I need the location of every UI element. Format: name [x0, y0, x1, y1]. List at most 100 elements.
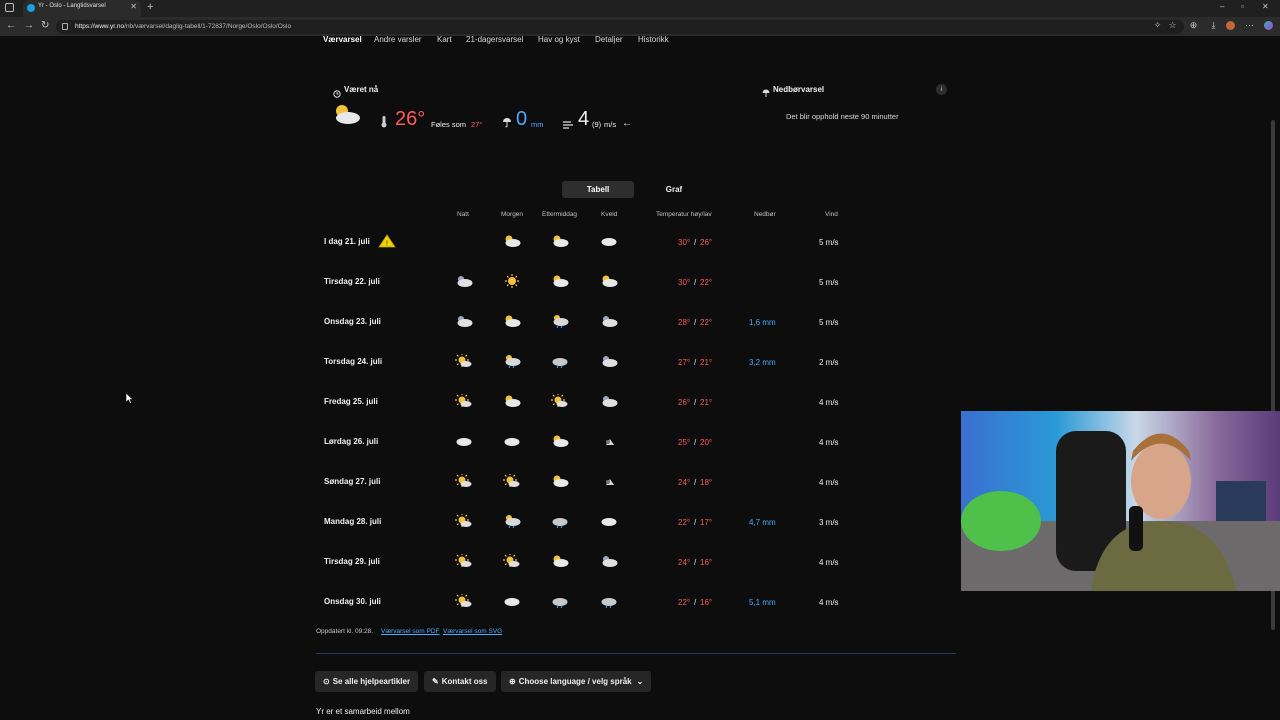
url-path: /nb/værvarsel/daglig-tabell/1-72837/Norg…	[124, 23, 292, 30]
day-label[interactable]: Søndag 27. juli	[324, 477, 380, 486]
tab-graph[interactable]: Graf	[652, 181, 696, 198]
help-articles-button[interactable]: ⊙ Se alle hjelpeartikler	[315, 671, 419, 692]
wind-gust: (9)	[592, 120, 602, 129]
more-menu-icon[interactable]: ⋯	[1245, 21, 1254, 30]
cloud-icon	[503, 594, 521, 608]
wind-value: 4 m/s	[819, 598, 839, 607]
menu-item-0[interactable]: Værvarsel	[323, 35, 362, 44]
day-label[interactable]: Mandag 28. juli	[324, 517, 381, 526]
wind-direction-arrow-icon: ←	[622, 118, 632, 129]
edit-icon: ✎	[432, 677, 439, 686]
back-icon[interactable]: ←	[6, 20, 16, 31]
moon-night-icon	[600, 474, 618, 488]
language-label: Choose language / velg språk	[518, 677, 632, 686]
partly-cloudy-night-icon	[600, 354, 618, 368]
rain-cloud-icon	[551, 594, 569, 609]
svg-link[interactable]: Værvarsel som SVG	[443, 628, 502, 635]
favorite-star-icon[interactable]: ☆	[1168, 21, 1177, 30]
close-tab-icon[interactable]: ✕	[130, 2, 137, 11]
rain-sun-icon	[503, 514, 521, 529]
temp-high: 24°	[678, 558, 691, 567]
download-icon[interactable]: ⤓	[1209, 21, 1218, 30]
close-window-icon[interactable]: ✕	[1262, 2, 1269, 11]
temp-low: 16°	[700, 558, 713, 567]
partly-cloudy-sun-icon	[503, 314, 521, 328]
extensions-icon[interactable]: ⊕	[1189, 21, 1198, 30]
partly-cloudy-night-icon	[455, 314, 473, 328]
warning-icon[interactable]: !	[378, 234, 396, 248]
url-field[interactable]: https://www.yr.no/nb/værvarsel/daglig-ta…	[56, 20, 1184, 34]
profile-avatar[interactable]	[1226, 21, 1235, 30]
menu-item-2[interactable]: Kart	[437, 35, 452, 44]
col-natt: Natt	[457, 211, 469, 218]
menu-item-1[interactable]: Andre varsler	[374, 35, 422, 44]
current-wind: 4	[578, 108, 590, 130]
col-precipitation: Nedbør	[754, 211, 776, 218]
svg-text:!: !	[386, 241, 388, 248]
temp-low: 17°	[700, 518, 713, 527]
menu-item-5[interactable]: Detaljer	[595, 35, 623, 44]
url-host: https://www.yr.no	[75, 23, 125, 30]
temp-high: 30°	[678, 278, 691, 287]
temp-separator: /	[694, 278, 697, 287]
info-icon[interactable]: i	[936, 84, 947, 95]
copilot-icon[interactable]	[1264, 21, 1273, 30]
language-button[interactable]: ⊕ Choose language / velg språk ⌄	[501, 671, 652, 692]
wind-value: 5 m/s	[819, 318, 839, 327]
tab-title: Yr - Oslo - Langtidsvarsel	[38, 3, 106, 9]
menu-item-4[interactable]: Hav og kyst	[538, 35, 580, 44]
temp-separator: /	[694, 438, 697, 447]
nedbor-heading: Nedbørvarsel	[773, 85, 825, 94]
day-label[interactable]: Onsdag 23. juli	[324, 317, 381, 326]
globe-icon: ⊕	[509, 677, 516, 686]
day-label[interactable]: Torsdag 24. juli	[324, 357, 382, 366]
partly-cloudy-sun-icon	[551, 474, 569, 488]
partly-cloudy-sun-icon	[551, 234, 569, 248]
sidebar-toggle-icon[interactable]	[5, 3, 14, 12]
cloud-icon	[600, 234, 618, 248]
new-tab-icon[interactable]: +	[147, 1, 153, 13]
day-label[interactable]: Onsdag 30. juli	[324, 597, 381, 606]
wind-unit: m/s	[604, 120, 617, 129]
temp-high: 22°	[678, 598, 691, 607]
minimize-icon[interactable]: –	[1220, 2, 1224, 11]
day-label[interactable]: I dag 21. juli	[324, 237, 370, 246]
divider	[316, 653, 956, 654]
day-label[interactable]: Tirsdag 22. juli	[324, 277, 380, 286]
fair-sun-icon	[503, 553, 521, 568]
feels-like-value: 27°	[471, 120, 483, 129]
col-temperature: Temperatur høy/lav	[656, 211, 712, 218]
lock-icon	[62, 23, 68, 30]
partly-cloudy-night-icon	[600, 394, 618, 408]
read-aloud-icon[interactable]: ✧	[1153, 21, 1162, 30]
temp-low: 18°	[700, 478, 713, 487]
moon-night-icon	[600, 434, 618, 448]
current-precipitation: 0	[516, 108, 528, 130]
cloud-icon	[503, 434, 521, 448]
tab-table[interactable]: Tabell	[562, 181, 634, 198]
partly-cloudy-sun-icon	[551, 554, 569, 568]
cloud-icon	[455, 434, 473, 448]
precipitation-value: 3,2 mm	[749, 358, 776, 367]
forward-icon[interactable]: →	[24, 20, 34, 31]
pdf-link[interactable]: Værvarsel som PDF	[381, 628, 440, 635]
precipitation-value: 4,7 mm	[749, 518, 776, 527]
wind-value: 4 m/s	[819, 398, 839, 407]
menu-item-3[interactable]: 21-dagersvarsel	[466, 35, 523, 44]
address-bar-row: ← → ↻ https://www.yr.no/nb/værvarsel/dag…	[0, 17, 1280, 36]
reload-icon[interactable]: ↻	[41, 20, 49, 31]
col-kveld: Kveld	[601, 211, 618, 218]
col-wind: Vind	[825, 211, 838, 218]
maximize-icon[interactable]: ▫	[1241, 2, 1244, 11]
day-label[interactable]: Lørdag 26. juli	[324, 437, 378, 446]
partly-cloudy-sun-icon	[551, 274, 569, 288]
umbrella-icon	[502, 115, 512, 133]
browser-tab[interactable]: Yr - Oslo - Langtidsvarsel ✕	[23, 0, 141, 17]
day-label[interactable]: Tirsdag 29. juli	[324, 557, 380, 566]
temp-low: 22°	[700, 278, 713, 287]
contact-button[interactable]: ✎ Kontakt oss	[424, 671, 496, 692]
webcam-overlay	[961, 411, 1280, 591]
menu-item-6[interactable]: Historikk	[638, 35, 669, 44]
day-label[interactable]: Fredag 25. juli	[324, 397, 378, 406]
wind-value: 2 m/s	[819, 358, 839, 367]
